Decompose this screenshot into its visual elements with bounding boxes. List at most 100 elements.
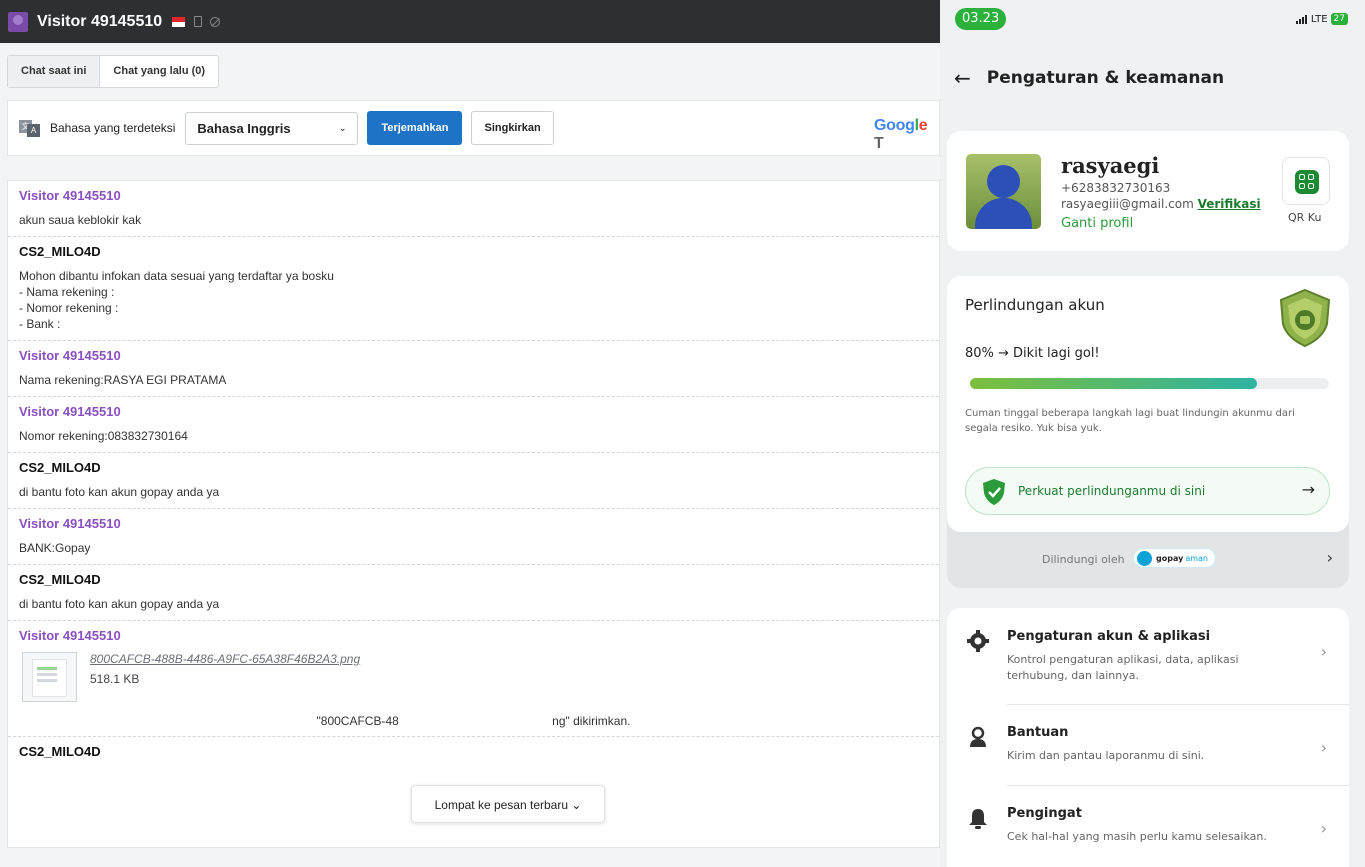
menu-item-desc: Kontrol pengaturan aplikasi, data, aplik…: [1007, 653, 1239, 682]
gopay-icon: [1137, 550, 1152, 566]
shield-badge-icon: [1279, 288, 1331, 348]
chevron-right-icon: ›: [1326, 548, 1333, 567]
menu-item-reminder[interactable]: Pengingat Cek hal-hal yang masih perlu k…: [947, 785, 1349, 865]
message-item: CS2_MILO4D di bantu foto kan akun gopay …: [8, 453, 939, 509]
message-item: Visitor 49145510 BANK:Gopay: [8, 509, 939, 565]
tab-current-chat[interactable]: Chat saat ini: [8, 56, 101, 87]
protection-progress-text: 80% → Dikit lagi gol!: [965, 346, 1100, 361]
message-item: Visitor 49145510 Nomor rekening:08383273…: [8, 397, 939, 453]
signal-icon: [1295, 14, 1308, 24]
file-size: 518.1 KB: [90, 672, 140, 686]
menu-item-account-settings[interactable]: Pengaturan akun & aplikasi Kontrol penga…: [947, 608, 1349, 688]
status-indicators: LTE 27: [1295, 13, 1348, 25]
strengthen-protection-label: Perkuat perlindunganmu di sini: [1018, 484, 1206, 498]
ban-icon[interactable]: [210, 16, 221, 27]
file-sent-note: "800CAFCB-48 ng" dikirimkan.: [316, 714, 631, 728]
file-message: Visitor 49145510 800CAFCB-488B-4486-A9FC…: [8, 621, 939, 737]
file-link[interactable]: 800CAFCB-488B-4486-A9FC-65A38F46B2A3.png: [90, 652, 360, 666]
account-protection-card: Perlindungan akun 80% → Dikit lagi gol! …: [947, 276, 1349, 532]
chat-tabs: Chat saat ini Chat yang lalu (0): [7, 55, 220, 88]
network-type: LTE: [1310, 13, 1328, 25]
message-item: CS2_MILO4D Mohon dibantu infokan data se…: [8, 237, 939, 341]
indonesia-flag-icon: [172, 16, 186, 27]
menu-item-title: Bantuan: [1007, 725, 1069, 740]
menu-item-title: Pengingat: [1007, 806, 1082, 821]
language-select-value: Bahasa Inggris: [197, 120, 291, 136]
settings-header: ← Pengaturan & keamanan: [954, 66, 1224, 90]
translate-bar: 文A Bahasa yang terdeteksi Bahasa Inggris…: [7, 100, 940, 156]
jump-to-latest-button[interactable]: Lompat ke pesan terbaru ⌄: [411, 785, 605, 823]
message-text: BANK:Gopay: [19, 541, 91, 555]
verify-link[interactable]: Verifikasi: [1198, 197, 1261, 211]
translate-icon: 文A: [19, 119, 40, 137]
message-text: akun saua keblokir kak: [19, 213, 142, 227]
message-sender: CS2_MILO4D: [19, 572, 101, 587]
page-title: Pengaturan & keamanan: [986, 68, 1225, 88]
bell-icon: [969, 809, 987, 829]
detected-language-label: Bahasa yang terdeteksi: [50, 121, 176, 135]
qr-label: QR Ku: [1288, 211, 1322, 224]
translate-button[interactable]: Terjemahkan: [367, 111, 463, 145]
visitor-title: Visitor 49145510: [37, 12, 163, 30]
message-text: di bantu foto kan akun gopay anda ya: [19, 485, 220, 499]
message-sender: Visitor 49145510: [19, 348, 121, 363]
arrow-right-icon: →: [1301, 480, 1315, 499]
protection-progress-bar: [970, 378, 1329, 389]
message-text: Mohon dibantu infokan data sesuai yang t…: [19, 269, 334, 331]
chevron-right-icon: ›: [1320, 642, 1327, 661]
visitor-avatar: [8, 11, 28, 32]
message-list[interactable]: Visitor 49145510 akun saua keblokir kak …: [7, 180, 940, 848]
chevron-right-icon: ›: [1320, 738, 1327, 757]
message-sender: Visitor 49145510: [19, 516, 121, 531]
tab-past-chats[interactable]: Chat yang lalu (0): [100, 56, 218, 87]
strengthen-protection-button[interactable]: Perkuat perlindunganmu di sini →: [965, 467, 1330, 515]
account-protection-section: Perlindungan akun 80% → Dikit lagi gol! …: [947, 276, 1349, 588]
message-sender: Visitor 49145510: [19, 628, 121, 643]
protection-description: Cuman tinggal beberapa langkah lagi buat…: [965, 408, 1295, 434]
message-text: Nomor rekening:083832730164: [19, 429, 188, 443]
menu-item-desc: Kirim dan pantau laporanmu di sini.: [1007, 749, 1205, 762]
qr-code-icon: [1295, 170, 1319, 194]
profile-name: rasyaegi: [1061, 153, 1160, 178]
help-agent-icon: [970, 726, 986, 747]
mobile-device-icon: [194, 16, 203, 27]
menu-item-desc: Cek hal-hal yang masih perlu kamu selesa…: [1007, 830, 1267, 843]
message-sender: Visitor 49145510: [19, 188, 121, 203]
protected-by-row[interactable]: Dilindungi oleh gopay aman ›: [947, 532, 1349, 588]
settings-menu: Pengaturan akun & aplikasi Kontrol penga…: [947, 608, 1349, 867]
chevron-down-icon: ⌄: [338, 122, 347, 133]
message-sender: CS2_MILO4D: [19, 460, 101, 475]
battery-icon: 27: [1330, 13, 1348, 25]
menu-item-help[interactable]: Bantuan Kirim dan pantau laporanmu di si…: [947, 704, 1349, 784]
protection-title: Perlindungan akun: [965, 296, 1105, 314]
gear-icon: [967, 630, 989, 652]
shield-check-icon: [983, 479, 1005, 505]
protection-progress-fill: [970, 378, 1258, 389]
protected-by-label: Dilindungi oleh: [1042, 553, 1125, 566]
menu-item-title: Pengaturan akun & aplikasi: [1007, 629, 1211, 644]
dismiss-button[interactable]: Singkirkan: [471, 111, 554, 145]
image-thumbnail[interactable]: [22, 652, 77, 702]
change-profile-link[interactable]: Ganti profil: [1061, 216, 1133, 231]
message-text: di bantu foto kan akun gopay anda ya: [19, 597, 220, 611]
message-item: Visitor 49145510 akun saua keblokir kak: [8, 181, 939, 237]
profile-avatar[interactable]: [966, 154, 1041, 229]
profile-phone: +6283832730163: [1061, 181, 1171, 195]
back-arrow-icon[interactable]: ←: [954, 66, 971, 90]
phone-screen: 03.23 LTE 27 ← Pengaturan & keamanan ras…: [940, 0, 1365, 867]
google-translate-logo: Google T: [874, 117, 928, 152]
chevron-right-icon: ›: [1320, 819, 1327, 838]
status-time: 03.23: [955, 8, 1007, 30]
profile-email-row: rasyaegiii@gmail.com Verifikasi: [1061, 197, 1261, 211]
chat-topbar: Visitor 49145510: [0, 0, 940, 43]
profile-card: rasyaegi +6283832730163 rasyaegiii@gmail…: [947, 131, 1349, 251]
message-item: Visitor 49145510 Nama rekening:RASYA EGI…: [8, 341, 939, 397]
message-item: CS2_MILO4D di bantu foto kan akun gopay …: [8, 565, 939, 621]
chat-app: Visitor 49145510 Chat saat ini Chat yang…: [0, 0, 940, 867]
gopay-aman-badge: gopay aman: [1133, 548, 1216, 568]
profile-email: rasyaegiii@gmail.com: [1061, 197, 1194, 211]
language-select[interactable]: Bahasa Inggris ⌄: [185, 111, 359, 145]
qr-button[interactable]: [1282, 157, 1330, 205]
message-sender: CS2_MILO4D: [19, 744, 101, 759]
message-item: CS2_MILO4D: [8, 737, 939, 776]
